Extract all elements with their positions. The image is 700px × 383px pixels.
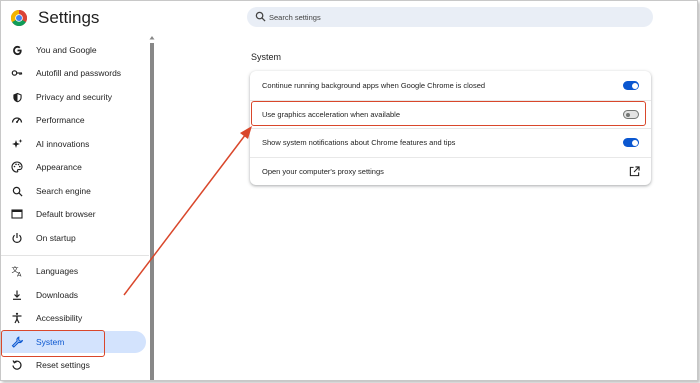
- translate-icon: 文A: [11, 265, 23, 277]
- setting-label: Show system notifications about Chrome f…: [262, 138, 456, 147]
- settings-window: Settings You and Google Autofill and pas…: [0, 0, 698, 381]
- browser-window-icon: [11, 208, 23, 220]
- search-icon: [11, 185, 23, 197]
- sidebar-item-appearance[interactable]: Appearance: [1, 156, 146, 178]
- search-bar[interactable]: [247, 7, 653, 27]
- open-in-new-icon[interactable]: [629, 166, 640, 177]
- annotation-highlight-system-nav: [1, 330, 105, 357]
- sidebar-item-label: Autofill and passwords: [36, 68, 122, 78]
- sidebar-item-ai-innovations[interactable]: AI innovations: [1, 133, 146, 155]
- setting-row-background-apps[interactable]: Continue running background apps when Go…: [250, 71, 651, 100]
- sidebar-item-privacy[interactable]: Privacy and security: [1, 86, 146, 108]
- sidebar-item-autofill[interactable]: Autofill and passwords: [1, 62, 146, 84]
- sidebar-item-label: Privacy and security: [36, 92, 113, 102]
- sidebar-item-label: Search engine: [36, 186, 91, 196]
- sidebar-divider: [1, 255, 149, 256]
- sidebar-item-label: Performance: [36, 115, 85, 125]
- sidebar-item-label: Accessibility: [36, 313, 83, 323]
- setting-row-proxy-settings[interactable]: Open your computer's proxy settings: [250, 157, 651, 186]
- sidebar-item-label: Downloads: [36, 290, 79, 300]
- system-notifications-toggle[interactable]: [623, 138, 639, 147]
- setting-label: Continue running background apps when Go…: [262, 81, 486, 90]
- scroll-up-arrow-icon[interactable]: [149, 35, 155, 40]
- reset-icon: [11, 359, 23, 371]
- setting-row-system-notifications[interactable]: Show system notifications about Chrome f…: [250, 128, 651, 157]
- sidebar-item-label: You and Google: [36, 45, 97, 55]
- palette-icon: [11, 161, 23, 173]
- system-settings-card: Continue running background apps when Go…: [250, 71, 651, 185]
- google-g-icon: [11, 44, 23, 56]
- annotation-highlight-graphics-row: [251, 101, 646, 126]
- sidebar-scrollbar-thumb[interactable]: [150, 43, 154, 380]
- sidebar-item-search-engine[interactable]: Search engine: [1, 180, 146, 202]
- search-input[interactable]: [269, 9, 639, 25]
- sidebar-item-reset-settings[interactable]: Reset settings: [1, 354, 146, 376]
- section-title: System: [251, 52, 282, 62]
- shield-icon: [11, 91, 23, 103]
- search-icon: [255, 11, 266, 22]
- setting-label: Open your computer's proxy settings: [262, 167, 384, 176]
- page-title: Settings: [38, 8, 100, 27]
- chrome-logo-icon: [11, 10, 27, 26]
- speedometer-icon: [11, 114, 23, 126]
- sidebar-item-label: Appearance: [36, 162, 82, 172]
- sidebar-item-performance[interactable]: Performance: [1, 109, 146, 131]
- sidebar-item-label: On startup: [36, 233, 76, 243]
- sidebar-item-you-and-google[interactable]: You and Google: [1, 39, 146, 61]
- svg-text:A: A: [17, 271, 22, 278]
- sidebar-item-label: Reset settings: [36, 360, 90, 370]
- sidebar-item-downloads[interactable]: Downloads: [1, 284, 146, 306]
- sidebar-item-on-startup[interactable]: On startup: [1, 227, 146, 249]
- sparkle-icon: [11, 138, 23, 150]
- background-apps-toggle[interactable]: [623, 81, 639, 90]
- sidebar-item-default-browser[interactable]: Default browser: [1, 203, 146, 225]
- sidebar-item-label: Default browser: [36, 209, 96, 219]
- key-icon: [11, 67, 23, 79]
- download-icon: [11, 289, 23, 301]
- power-icon: [11, 232, 23, 244]
- sidebar-item-languages[interactable]: 文A Languages: [1, 260, 146, 282]
- sidebar-item-label: Languages: [36, 266, 79, 276]
- accessibility-icon: [11, 312, 23, 324]
- sidebar-item-accessibility[interactable]: Accessibility: [1, 307, 146, 329]
- sidebar-item-label: AI innovations: [36, 139, 90, 149]
